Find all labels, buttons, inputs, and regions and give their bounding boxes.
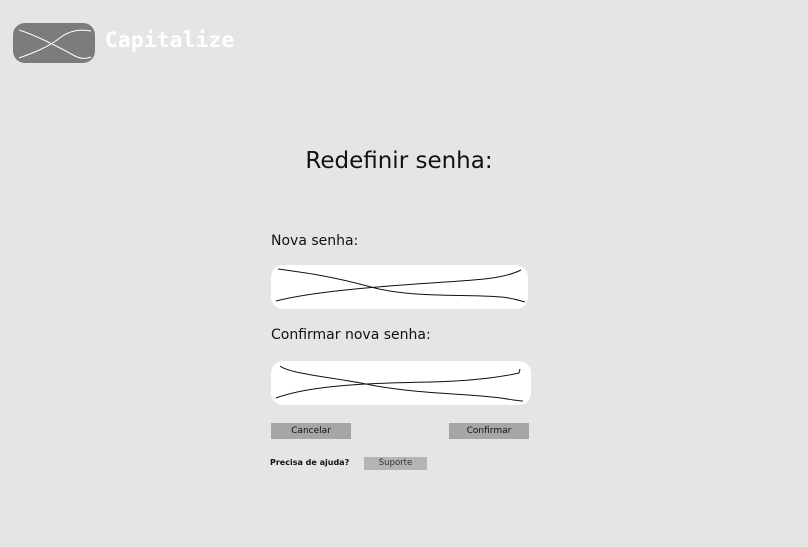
- logo-placeholder: [13, 23, 95, 63]
- page-title: Redefinir senha:: [305, 148, 493, 174]
- placeholder-scribble-icon: [275, 365, 524, 402]
- cancel-button[interactable]: Cancelar: [271, 423, 351, 439]
- new-password-label: Nova senha:: [271, 233, 359, 249]
- help-text: Precisa de ajuda?: [270, 458, 350, 467]
- brand-name: Capitalize: [105, 28, 235, 52]
- placeholder-image-icon: [18, 29, 92, 59]
- placeholder-scribble-icon: [275, 268, 526, 303]
- support-button[interactable]: Suporte: [364, 457, 427, 470]
- confirm-password-label: Confirmar nova senha:: [271, 327, 431, 343]
- confirm-button[interactable]: Confirmar: [449, 423, 529, 439]
- new-password-field[interactable]: [271, 265, 528, 309]
- confirm-password-field[interactable]: [271, 361, 531, 405]
